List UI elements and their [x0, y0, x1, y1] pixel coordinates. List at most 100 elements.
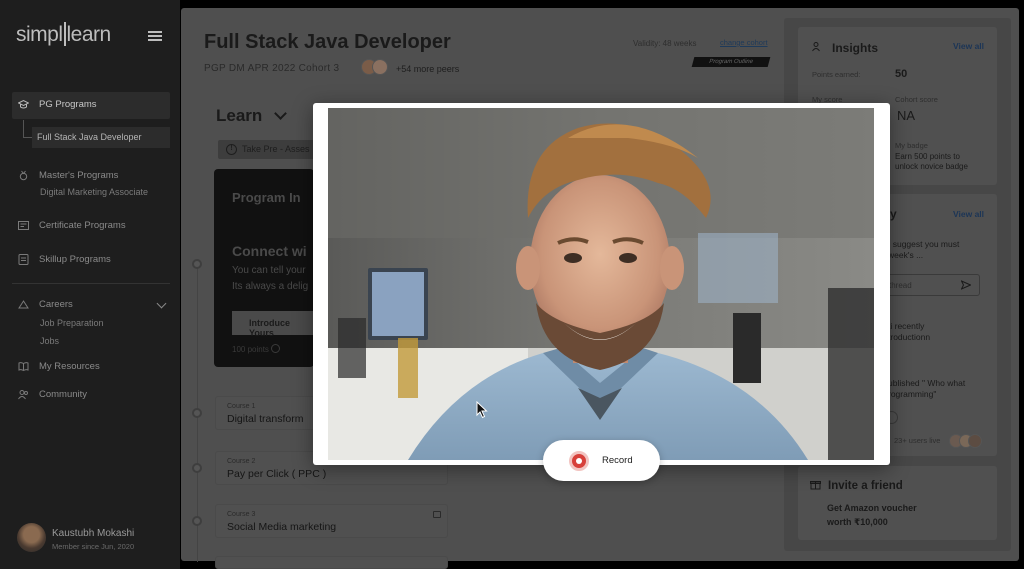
sidebar-item-my-resources[interactable]: My Resources: [18, 361, 100, 372]
points-text: 100 points: [232, 345, 269, 354]
mouse-cursor-icon: [476, 401, 488, 419]
program-outline-button[interactable]: Program Outline: [691, 57, 771, 67]
user-member-since: Member since Jun, 2020: [52, 542, 135, 551]
timeline-dot: [192, 516, 202, 526]
sidebar-item-label: PG Programs: [39, 99, 97, 110]
sidebar: simpl learn PG Programs Full Stack Java D…: [0, 0, 180, 569]
connect-heading: Connect wi: [232, 243, 307, 259]
lock-icon: [433, 511, 441, 518]
badge-text-line: Earn 500 points to: [895, 152, 960, 161]
simplilearn-logo[interactable]: simpl learn: [16, 22, 111, 47]
peer-avatar: [372, 59, 388, 75]
course-name: Pay per Click ( PPC ): [227, 468, 327, 480]
activity-message[interactable]: I suggest you must week's ...: [888, 239, 959, 261]
sidebar-subitem-digital-marketing[interactable]: Digital Marketing Associate: [40, 187, 148, 197]
avatar[interactable]: [17, 523, 46, 552]
points-label: 100 points: [232, 344, 281, 354]
activity-message[interactable]: ti recently troductionn: [888, 321, 930, 343]
timeline-dot: [192, 463, 202, 473]
chevron-down-icon[interactable]: [156, 298, 167, 309]
points-earned-label: Points earned:: [812, 70, 861, 79]
sidebar-item-certificate-programs[interactable]: Certificate Programs: [18, 220, 126, 231]
insights-view-all-link[interactable]: View all: [953, 41, 984, 51]
certificate-icon: [18, 220, 29, 231]
program-intro-title: Program In: [232, 190, 301, 205]
badge-text: Earn 500 points to unlock novice badge: [895, 152, 968, 172]
pre-assessment-label: Take Pre - Asses: [242, 144, 310, 154]
sidebar-subitem-jobs[interactable]: Jobs: [40, 336, 59, 346]
activity-text: week's ...: [888, 250, 924, 260]
webcam-video-preview: [328, 108, 874, 460]
user-name: Kaustubh Mokashi: [52, 528, 135, 539]
logo-divider: [63, 22, 66, 46]
skillup-icon: [18, 254, 29, 265]
sidebar-item-pg-programs[interactable]: PG Programs: [17, 99, 97, 110]
community-icon: [18, 389, 29, 400]
sidebar-subitem-full-stack-java[interactable]: Full Stack Java Developer: [32, 127, 170, 148]
tree-connector: [23, 120, 32, 138]
points-earned-value: 50: [895, 68, 908, 80]
sidebar-item-skillup-programs[interactable]: Skillup Programs: [18, 254, 111, 265]
course-number: Course 3: [227, 511, 256, 518]
record-label: Record: [602, 455, 633, 466]
change-cohort-link[interactable]: change cohort: [720, 38, 768, 47]
cohort-score-label: Cohort score: [895, 95, 938, 104]
activity-view-all-link[interactable]: View all: [953, 209, 984, 219]
sidebar-subitem-job-preparation[interactable]: Job Preparation: [40, 318, 104, 328]
medal-icon: [18, 170, 29, 181]
invite-text: Get Amazon voucher worth ₹10,000: [827, 501, 917, 529]
insights-icon: [812, 41, 823, 55]
introduce-yourself-button[interactable]: Introduce Yours: [232, 311, 314, 338]
activity-text: rogramming": [888, 389, 937, 399]
logo-text-right: learn: [66, 23, 112, 46]
connect-text-line: Its always a delig: [232, 281, 309, 292]
my-badge-label: My badge: [895, 141, 928, 150]
sidebar-item-careers[interactable]: Careers: [18, 299, 73, 310]
course-name: Social Media marketing: [227, 521, 337, 533]
record-button[interactable]: Record: [543, 440, 660, 481]
webcam-frame-image: [328, 108, 874, 460]
record-icon-center: [576, 458, 582, 464]
connect-text-line: You can tell your: [232, 265, 306, 276]
cohort-score-value: NA: [897, 108, 916, 123]
pre-assessment-banner[interactable]: ! Take Pre - Asses: [218, 140, 318, 159]
course-number: Course 2: [227, 458, 256, 465]
activity-text: troductionn: [888, 332, 931, 342]
hamburger-menu-icon[interactable]: [148, 31, 162, 41]
course-name: Digital transform: [227, 413, 304, 425]
sidebar-item-label: My Resources: [39, 361, 100, 372]
page-title: Full Stack Java Developer: [204, 31, 451, 53]
learn-heading[interactable]: Learn: [216, 106, 262, 126]
sidebar-item-community[interactable]: Community: [18, 389, 87, 400]
activity-text: I suggest you must: [888, 239, 960, 249]
course-number: Course 1: [227, 403, 256, 410]
program-outline-label: Program Outline: [708, 59, 754, 65]
peers-count[interactable]: +54 more peers: [396, 64, 459, 74]
invite-text-line: worth ₹10,000: [827, 517, 888, 527]
sidebar-item-masters-programs[interactable]: Master's Programs: [18, 170, 118, 181]
sidebar-item-label: Skillup Programs: [39, 254, 111, 265]
sidebar-item-label: Community: [39, 389, 88, 400]
sidebar-item-label: Certificate Programs: [39, 220, 126, 231]
activity-text: ti recently: [888, 321, 925, 331]
info-icon[interactable]: [271, 344, 281, 353]
cohort-name: PGP DM APR 2022 Cohort 3: [204, 63, 340, 74]
live-user-avatar: [968, 434, 982, 448]
logo-text-left: simpl: [16, 23, 63, 46]
invite-title: Invite a friend: [828, 480, 903, 492]
record-icon: [569, 451, 589, 471]
sidebar-item-label: Careers: [39, 299, 73, 310]
badge-text-line: unlock novice badge: [895, 162, 968, 171]
validity-text: Validity: 48 weeks: [633, 39, 697, 48]
course-card-4[interactable]: [215, 556, 448, 569]
timeline-dot: [192, 408, 202, 418]
activity-message[interactable]: ublished " Who what rogramming": [888, 378, 965, 400]
careers-icon: [18, 299, 29, 310]
alert-icon: !: [226, 144, 237, 155]
timeline-dot: [192, 259, 202, 269]
book-icon: [18, 361, 29, 372]
insights-title: Insights: [832, 41, 879, 55]
send-icon[interactable]: [960, 279, 972, 291]
course-card-3[interactable]: Course 3 Social Media marketing: [215, 504, 448, 538]
graduation-cap-icon: [17, 99, 30, 110]
